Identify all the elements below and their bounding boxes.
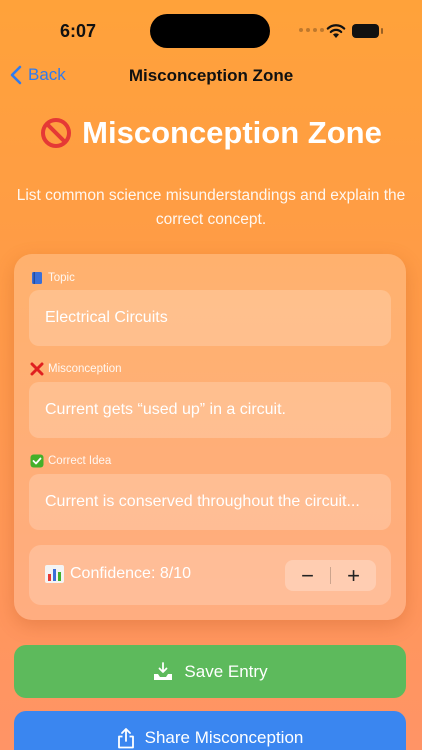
tray-download-icon xyxy=(154,661,173,680)
status-bar: 6:07 xyxy=(0,0,422,60)
decrement-button[interactable]: − xyxy=(285,560,330,591)
page-subtitle: List common science misunderstandings an… xyxy=(16,187,406,228)
bar-chart-icon xyxy=(45,565,64,583)
topic-field[interactable]: Electrical Circuits xyxy=(29,290,391,346)
entry-form-card: Topic Electrical Circuits Misconception … xyxy=(14,254,406,620)
share-label: Share Misconception xyxy=(144,728,304,747)
blue-book-icon xyxy=(32,272,42,284)
battery-icon xyxy=(352,24,383,38)
confidence-stepper[interactable]: − + xyxy=(285,560,376,591)
correct-idea-label: Correct Idea xyxy=(30,454,111,468)
no-entry-icon xyxy=(41,118,72,148)
check-mark-icon xyxy=(30,454,44,468)
correct-idea-field[interactable]: Current is conserved throughout the circ… xyxy=(29,474,391,530)
dynamic-island xyxy=(150,14,270,48)
save-entry-button[interactable]: Save Entry xyxy=(14,645,406,698)
confidence-label: Confidence: 8/10 xyxy=(45,565,191,583)
save-entry-label: Save Entry xyxy=(184,661,268,681)
increment-button[interactable]: + xyxy=(331,560,376,591)
page-title-text: Misconception Zone xyxy=(82,115,382,150)
misconception-field[interactable]: Current gets “used up” in a circuit. xyxy=(29,382,391,438)
cross-mark-icon xyxy=(30,362,44,376)
page-title: Misconception Zone xyxy=(0,115,422,151)
share-misconception-button[interactable]: Share Misconception xyxy=(14,711,406,750)
nav-bar: Back Misconception Zone xyxy=(0,60,422,94)
confidence-row: Confidence: 8/10 − + xyxy=(29,545,391,605)
wifi-icon xyxy=(326,24,346,38)
status-time: 6:07 xyxy=(60,21,97,41)
misconception-label: Misconception xyxy=(30,362,122,376)
nav-title: Misconception Zone xyxy=(128,66,294,85)
topic-label: Topic xyxy=(30,271,75,285)
signal-dots-icon xyxy=(299,28,324,32)
share-icon xyxy=(117,728,134,749)
